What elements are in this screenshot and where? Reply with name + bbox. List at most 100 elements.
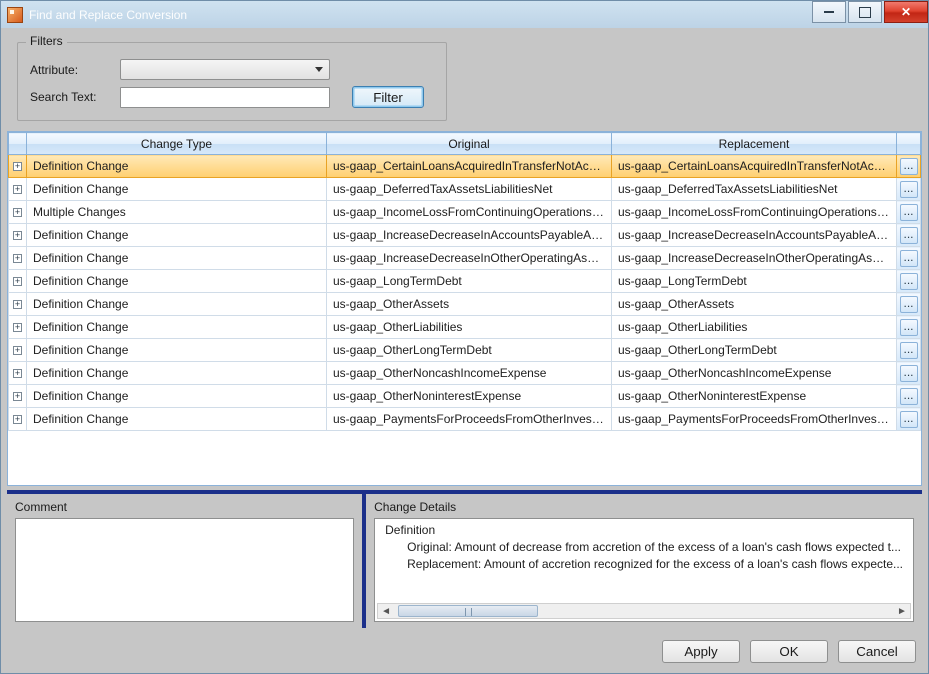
expand-toggle[interactable]: + [9,316,27,339]
comment-textbox[interactable] [15,518,354,622]
table-row[interactable]: +Definition Changeus-gaap_OtherLiabiliti… [9,316,921,339]
details-header: Definition [385,523,903,537]
scroll-right-icon[interactable]: ► [894,606,910,617]
maximize-button[interactable] [848,1,882,23]
cell-original: us-gaap_IncomeLossFromContinuingOperatio… [327,201,612,224]
cell-replacement: us-gaap_OtherNoncashIncomeExpense [612,362,897,385]
row-ellipsis-button[interactable]: ... [900,411,918,428]
table-row[interactable]: +Definition Changeus-gaap_OtherAssetsus-… [9,293,921,316]
cell-action: ... [897,247,921,270]
change-details-pane: Change Details Definition Original: Amou… [366,494,922,628]
expand-toggle[interactable]: + [9,408,27,431]
table-row[interactable]: +Definition Change us-gaap_IncreaseDecrea… [9,224,921,247]
expand-toggle[interactable]: + [9,270,27,293]
cell-action: ... [897,339,921,362]
search-input[interactable] [120,87,330,108]
cell-action: ... [897,385,921,408]
col-action[interactable] [897,133,921,155]
expand-toggle[interactable]: + [9,339,27,362]
cell-original: us-gaap_LongTermDebt [327,270,612,293]
scroll-left-icon[interactable]: ◄ [378,606,394,617]
table-row[interactable]: +Definition Changeus-gaap_IncreaseDecrea… [9,247,921,270]
titlebar: Find and Replace Conversion [0,0,929,28]
row-ellipsis-button[interactable]: ... [900,181,918,198]
dialog-footer: Apply OK Cancel [7,632,922,667]
cell-original: us-gaap_CertainLoansAcquiredInTransferNo… [327,155,612,178]
minimize-button[interactable] [812,1,846,23]
details-horizontal-scrollbar[interactable]: ◄ ► [377,603,911,619]
row-ellipsis-button[interactable]: ... [900,204,918,221]
expand-toggle[interactable]: + [9,178,27,201]
col-original[interactable]: Original [327,133,612,155]
table-row[interactable]: +Definition Changeus-gaap_OtherNoncashIn… [9,362,921,385]
cell-replacement: us-gaap_IncreaseDecreaseInAccountsPayabl… [612,224,897,247]
cell-action: ... [897,201,921,224]
close-button[interactable] [884,1,928,23]
cell-change-type: Definition Change [27,270,327,293]
row-ellipsis-button[interactable]: ... [900,342,918,359]
cell-original: us-gaap_OtherNoninterestExpense [327,385,612,408]
expand-toggle[interactable]: + [9,224,27,247]
table-row[interactable]: +Definition Changeus-gaap_PaymentsForPro… [9,408,921,431]
expand-toggle[interactable]: + [9,293,27,316]
row-ellipsis-button[interactable]: ... [900,296,918,313]
cell-replacement: us-gaap_LongTermDebt [612,270,897,293]
expand-toggle[interactable]: + [9,362,27,385]
cell-action: ... [897,408,921,431]
comment-pane: Comment [7,494,366,628]
attribute-dropdown[interactable] [120,59,330,80]
cell-change-type: Definition Change [27,385,327,408]
cell-original: us-gaap_OtherLiabilities [327,316,612,339]
apply-button[interactable]: Apply [662,640,740,663]
cell-original: us-gaap_OtherAssets [327,293,612,316]
expand-toggle[interactable]: + [9,201,27,224]
search-label: Search Text: [30,90,120,104]
cell-change-type: Definition Change [27,339,327,362]
table-row[interactable]: +Definition Changeus-gaap_OtherNonintere… [9,385,921,408]
results-grid: Change Type Original Replacement +Defini… [7,131,922,486]
cell-change-type: Definition Change [27,408,327,431]
table-row[interactable]: +Multiple Changesus-gaap_IncomeLossFromC… [9,201,921,224]
app-icon [7,7,23,23]
cell-action: ... [897,178,921,201]
cell-original: us-gaap_IncreaseDecreaseInOtherOperating… [327,247,612,270]
ok-button[interactable]: OK [750,640,828,663]
col-change-type[interactable]: Change Type [27,133,327,155]
cell-replacement: us-gaap_OtherLiabilities [612,316,897,339]
col-replacement[interactable]: Replacement [612,133,897,155]
row-ellipsis-button[interactable]: ... [900,158,918,175]
cell-replacement: us-gaap_OtherNoninterestExpense [612,385,897,408]
cell-change-type: Definition Change [27,316,327,339]
expand-toggle[interactable]: + [9,385,27,408]
cell-action: ... [897,224,921,247]
cell-replacement: us-gaap_OtherAssets [612,293,897,316]
expand-toggle[interactable]: + [9,155,27,178]
cell-change-type: Multiple Changes [27,201,327,224]
cancel-button[interactable]: Cancel [838,640,916,663]
window-buttons [810,1,928,28]
cell-replacement: us-gaap_DeferredTaxAssetsLiabilitiesNet [612,178,897,201]
table-row[interactable]: +Definition Changeus-gaap_DeferredTaxAss… [9,178,921,201]
scroll-thumb[interactable] [398,605,538,617]
cell-original: us-gaap_PaymentsForProceedsFromOtherInve… [327,408,612,431]
cell-action: ... [897,316,921,339]
filter-button[interactable]: Filter [352,86,424,108]
col-expand[interactable] [9,133,27,155]
table-row[interactable]: +Definition Changeus-gaap_OtherLongTermD… [9,339,921,362]
cell-original: us-gaap_OtherLongTermDebt [327,339,612,362]
attribute-label: Attribute: [30,63,120,77]
row-ellipsis-button[interactable]: ... [900,273,918,290]
row-ellipsis-button[interactable]: ... [900,365,918,382]
row-ellipsis-button[interactable]: ... [900,388,918,405]
row-ellipsis-button[interactable]: ... [900,227,918,244]
table-row[interactable]: +Definition Changeus-gaap_LongTermDebtus… [9,270,921,293]
cell-replacement: us-gaap_CertainLoansAcquiredInTransferNo… [612,155,897,178]
table-row[interactable]: +Definition Changeus-gaap_CertainLoansAc… [9,155,921,178]
cell-replacement: us-gaap_IncreaseDecreaseInOtherOperating… [612,247,897,270]
cell-change-type: Definition Change [27,224,327,247]
grid-header-row: Change Type Original Replacement [9,133,921,155]
row-ellipsis-button[interactable]: ... [900,250,918,267]
row-ellipsis-button[interactable]: ... [900,319,918,336]
cell-replacement: us-gaap_PaymentsForProceedsFromOtherInve… [612,408,897,431]
expand-toggle[interactable]: + [9,247,27,270]
